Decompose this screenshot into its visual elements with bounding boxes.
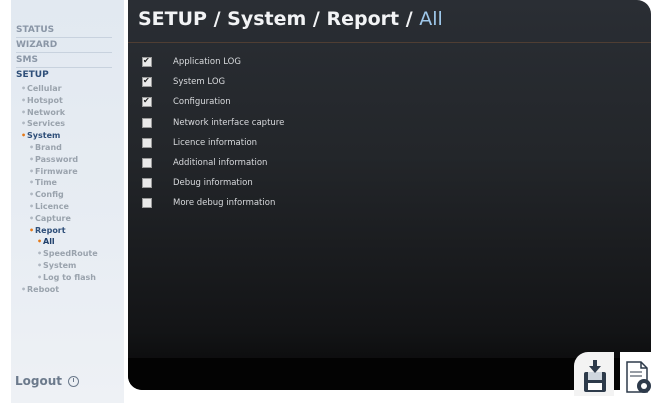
report-option-row: Application LOG: [142, 56, 241, 68]
sidebar-item-cellular[interactable]: •Cellular: [21, 84, 62, 94]
sidebar-item-firmware[interactable]: •Firmware: [29, 167, 78, 177]
sidebar-item-speedroute[interactable]: •SpeedRoute: [37, 249, 98, 259]
sidebar-item-label: Config: [35, 190, 64, 200]
option-checkbox[interactable]: [142, 178, 152, 189]
title-divider: [128, 42, 651, 43]
sidebar-item-label: Report: [35, 225, 66, 235]
power-icon: [68, 375, 80, 387]
option-checkbox[interactable]: [142, 137, 152, 148]
download-button[interactable]: [620, 352, 658, 396]
nav-status[interactable]: STATUS: [16, 24, 112, 38]
report-option-row: Licence information: [142, 137, 257, 149]
main-panel: SETUP / System / Report / All Applicatio…: [128, 0, 651, 390]
footer-bar: [128, 358, 651, 390]
sidebar-item-time[interactable]: •Time: [29, 178, 57, 188]
sidebar-item-label: Password: [35, 154, 79, 164]
sidebar-item-hotspot[interactable]: •Hotspot: [21, 96, 63, 106]
report-option-row: Network interface capture: [142, 117, 284, 129]
save-icon: [584, 360, 606, 392]
sidebar-item-label: SpeedRoute: [43, 249, 98, 259]
option-label: Network interface capture: [173, 117, 285, 128]
sidebar-item-system[interactable]: •System: [37, 261, 76, 271]
option-checkbox[interactable]: [142, 56, 152, 67]
sidebar-item-capture[interactable]: •Capture: [29, 214, 71, 224]
sidebar-item-label: Reboot: [27, 284, 60, 294]
report-option-row: Debug information: [142, 177, 253, 189]
sidebar-item-label: Cellular: [27, 84, 62, 93]
sidebar-item-config[interactable]: •Config: [29, 190, 64, 200]
sidebar-item-label: Log to flash: [43, 272, 96, 282]
sidebar-item-services[interactable]: •Services: [21, 119, 65, 129]
sidebar-item-label: All: [43, 237, 55, 247]
save-button[interactable]: [574, 352, 614, 396]
sidebar-item-label: Network: [27, 107, 66, 117]
option-checkbox[interactable]: [142, 198, 152, 209]
sidebar-item-reboot[interactable]: •Reboot: [21, 285, 59, 295]
option-label: Licence information: [173, 137, 258, 148]
nav-sms[interactable]: SMS: [16, 54, 112, 68]
sidebar-item-log-to-flash[interactable]: •Log to flash: [37, 273, 96, 283]
option-checkbox[interactable]: [142, 117, 152, 128]
option-label: More debug information: [173, 198, 276, 209]
breadcrumb-current: All: [419, 8, 443, 30]
page-title: SETUP / System / Report / All: [138, 8, 443, 30]
sidebar-item-label: Brand: [35, 143, 62, 152]
option-checkbox[interactable]: [142, 158, 152, 168]
sidebar-item-licence[interactable]: •Licence: [29, 202, 69, 212]
report-option-row: More debug information: [142, 197, 275, 209]
report-option-row: Additional information: [142, 157, 267, 169]
sidebar-item-report[interactable]: •Report: [29, 226, 66, 236]
sidebar-item-label: Firmware: [35, 166, 78, 176]
sidebar-item-system[interactable]: •System: [21, 131, 60, 141]
sidebar-item-label: Time: [35, 178, 57, 188]
sidebar-item-label: System: [27, 131, 61, 141]
sidebar-item-brand[interactable]: •Brand: [29, 143, 62, 153]
sidebar-item-all[interactable]: •All: [37, 237, 55, 247]
logout-label: Logout: [15, 374, 63, 388]
option-label: System LOG: [173, 77, 226, 88]
option-label: Debug information: [173, 178, 253, 189]
sidebar-item-label: System: [43, 261, 77, 270]
sidebar-item-label: Services: [27, 119, 66, 129]
sidebar-item-label: Licence: [35, 202, 69, 211]
download-icon: [626, 361, 651, 393]
nav-wizard[interactable]: WIZARD: [16, 39, 112, 53]
option-label: Application LOG: [173, 57, 241, 67]
breadcrumb-path: SETUP / System / Report /: [138, 8, 413, 30]
nav-setup[interactable]: SETUP: [16, 69, 112, 82]
option-checkbox[interactable]: [142, 76, 152, 88]
sidebar-item-network[interactable]: •Network: [21, 108, 65, 118]
sidebar-item-password[interactable]: •Password: [29, 155, 78, 165]
logout-button[interactable]: Logout: [15, 374, 80, 388]
option-checkbox[interactable]: [142, 96, 152, 108]
option-label: Additional information: [173, 158, 268, 168]
option-label: Configuration: [173, 97, 231, 108]
sidebar-item-label: Capture: [35, 213, 71, 223]
report-option-row: System LOG: [142, 76, 225, 88]
sidebar-item-label: Hotspot: [27, 95, 63, 105]
report-option-row: Configuration: [142, 96, 231, 108]
